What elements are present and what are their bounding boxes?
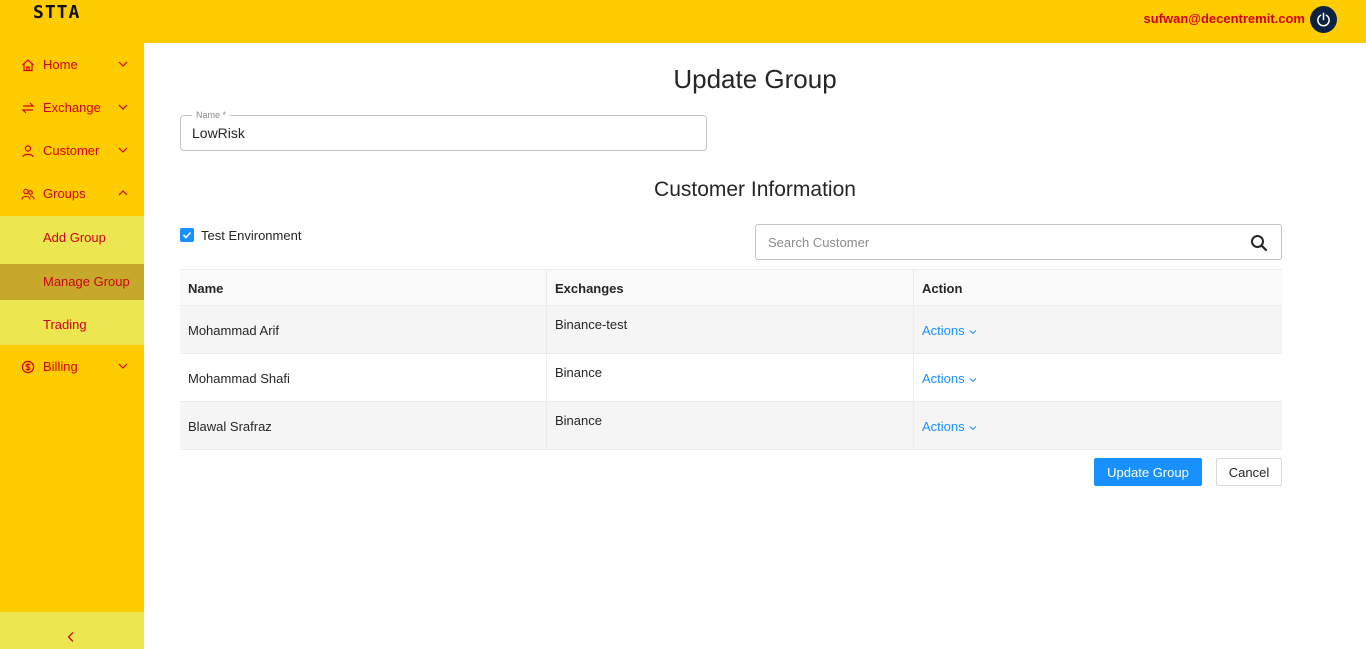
- table-row: Blawal Srafraz Binance Actions: [180, 402, 1282, 450]
- actions-dropdown[interactable]: Actions: [922, 371, 977, 386]
- chevron-down-icon: [969, 330, 976, 335]
- sidebar-item-label: Home: [43, 57, 78, 72]
- sidebar-item-billing[interactable]: Billing: [0, 345, 144, 388]
- checkmark-icon: [182, 231, 192, 239]
- sidebar-item-groups[interactable]: Groups: [0, 172, 144, 215]
- name-cell: Mohammad Shafi: [180, 354, 547, 401]
- sidebar-item-home[interactable]: Home: [0, 43, 144, 86]
- home-icon: [22, 59, 34, 72]
- test-environment-label: Test Environment: [201, 228, 302, 243]
- update-group-button[interactable]: Update Group: [1094, 458, 1202, 486]
- cancel-button[interactable]: Cancel: [1216, 458, 1282, 486]
- section-title: Customer Information: [654, 178, 856, 201]
- customer-table: Name Exchanges Action Mohammad Arif Bina…: [180, 269, 1282, 450]
- name-cell: Mohammad Arif: [180, 306, 547, 353]
- customer-exchanges: Binance: [555, 413, 602, 428]
- customer-exchanges: Binance-test: [555, 317, 628, 332]
- customer-name: Blawal Srafraz: [188, 419, 272, 434]
- test-environment-checkbox[interactable]: [180, 228, 194, 242]
- customer-exchanges: Binance: [555, 365, 602, 380]
- submenu-item-trading[interactable]: Trading: [0, 307, 144, 343]
- billing-icon: [21, 360, 35, 374]
- chevron-left-icon: [67, 632, 74, 642]
- submenu-item-add-group[interactable]: Add Group: [0, 220, 144, 256]
- column-header-name: Name: [180, 270, 547, 305]
- group-name-value[interactable]: LowRisk: [192, 125, 245, 141]
- exchanges-cell: Binance: [547, 402, 914, 449]
- submenu-item-label: Manage Group: [43, 274, 130, 289]
- sidebar-item-label: Billing: [43, 359, 78, 374]
- page-title: Update Group: [673, 64, 837, 94]
- actions-dropdown[interactable]: Actions: [922, 323, 977, 338]
- action-cell: Actions: [914, 306, 1282, 353]
- table-header-row: Name Exchanges Action: [180, 270, 1282, 306]
- column-header-label: Exchanges: [555, 281, 624, 296]
- user-icon: [22, 145, 34, 158]
- sidebar: Home Exchange Customer Groups Add Group …: [0, 43, 144, 649]
- column-header-label: Name: [188, 281, 224, 296]
- actions-label: Actions: [922, 419, 965, 434]
- submenu-item-manage-group[interactable]: Manage Group: [0, 264, 144, 300]
- chevron-down-icon: [969, 378, 976, 383]
- exchanges-cell: Binance-test: [547, 306, 914, 353]
- sidebar-item-exchange[interactable]: Exchange: [0, 86, 144, 129]
- chevron-down-icon: [118, 363, 128, 369]
- power-icon: [1317, 12, 1330, 27]
- chevron-down-icon: [969, 426, 976, 431]
- submenu-item-label: Trading: [43, 317, 87, 332]
- user-email: sufwan@decentremit.com: [1143, 11, 1306, 26]
- chevron-down-icon: [118, 104, 128, 110]
- sidebar-item-label: Groups: [43, 186, 86, 201]
- sidebar-item-label: Customer: [43, 143, 100, 158]
- name-cell: Blawal Srafraz: [180, 402, 547, 449]
- column-header-exchanges: Exchanges: [547, 270, 914, 305]
- table-row: Mohammad Shafi Binance Actions: [180, 354, 1282, 402]
- sidebar-collapse-button[interactable]: [0, 612, 144, 649]
- submenu-item-label: Add Group: [43, 230, 106, 245]
- chevron-down-icon: [118, 61, 128, 67]
- exchange-icon: [21, 102, 35, 114]
- customer-name: Mohammad Arif: [188, 323, 280, 338]
- group-icon: [21, 188, 35, 200]
- search-icon[interactable]: [1250, 234, 1268, 252]
- column-header-label: Action: [922, 281, 963, 296]
- exchanges-cell: Binance: [547, 354, 914, 401]
- top-header: STTA sufwan@decentremit.com: [0, 0, 1366, 43]
- actions-dropdown[interactable]: Actions: [922, 419, 977, 434]
- sidebar-item-label: Exchange: [43, 100, 101, 115]
- logout-button[interactable]: [1310, 6, 1337, 33]
- action-cell: Actions: [914, 402, 1282, 449]
- table-row: Mohammad Arif Binance-test Actions: [180, 306, 1282, 354]
- group-name-field[interactable]: [180, 115, 707, 151]
- groups-submenu: Add Group Manage Group Trading: [0, 216, 144, 345]
- chevron-up-icon: [118, 190, 128, 196]
- sidebar-item-customer[interactable]: Customer: [0, 129, 144, 172]
- chevron-down-icon: [118, 147, 128, 153]
- actions-label: Actions: [922, 371, 965, 386]
- search-box: [755, 224, 1282, 260]
- column-header-action: Action: [914, 270, 1282, 305]
- action-cell: Actions: [914, 354, 1282, 401]
- customer-name: Mohammad Shafi: [188, 371, 290, 386]
- actions-label: Actions: [922, 323, 965, 338]
- app-logo: STTA: [33, 2, 81, 23]
- group-name-label: Name *: [192, 110, 231, 120]
- search-input[interactable]: [756, 225, 1236, 259]
